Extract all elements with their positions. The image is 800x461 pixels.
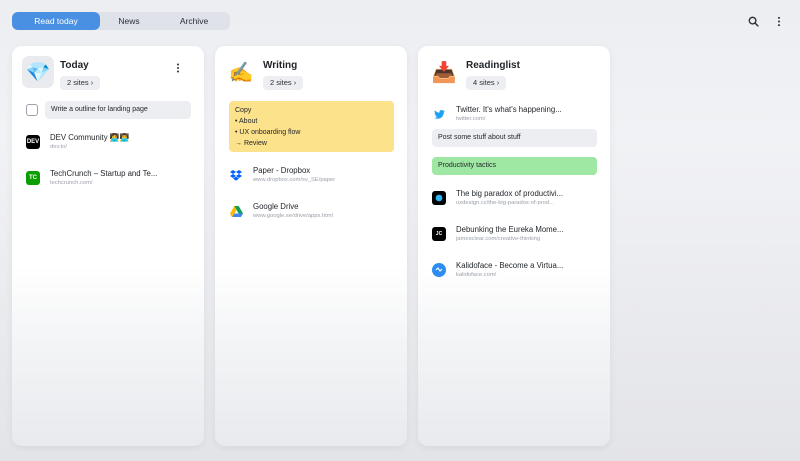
todo-checkbox[interactable] xyxy=(26,104,38,116)
card-title[interactable]: Today xyxy=(60,60,89,71)
note-card[interactable]: Copy • About • UX onboarding flow → Revi… xyxy=(229,101,394,152)
search-icon[interactable] xyxy=(746,14,760,28)
site-url: techcrunch.com/ xyxy=(50,180,93,186)
sites-count-button[interactable]: 4 sites › xyxy=(466,76,507,90)
dev-logo-icon: DEV xyxy=(26,135,40,149)
inbox-tray-icon[interactable]: 📥 xyxy=(428,56,460,88)
site-item[interactable]: The big paradox of productivi... uxdesig… xyxy=(432,188,607,214)
uxdesign-icon xyxy=(432,191,446,205)
tab-read-today[interactable]: Read today xyxy=(12,12,100,30)
dropbox-icon xyxy=(229,168,243,182)
card-readinglist: 📥 Readinglist 4 sites › Twitter. It's wh… xyxy=(418,46,610,446)
card-header: 💎 Today 2 sites › xyxy=(22,56,194,94)
site-title: Google Drive xyxy=(253,202,299,211)
site-title: TechCrunch – Startup and Te... xyxy=(50,169,158,178)
site-item[interactable]: Kalidoface - Become a Virtua... kalidofa… xyxy=(432,260,607,286)
site-url: jamesclear.com/creative-thinking xyxy=(456,236,541,242)
more-vertical-icon[interactable] xyxy=(772,14,786,28)
more-vertical-icon[interactable] xyxy=(172,62,184,74)
site-item[interactable]: Paper - Dropbox www.dropbox.com/sv_SE/pa… xyxy=(229,165,404,191)
site-title: DEV Community 👩‍💻👨‍💻 xyxy=(50,133,130,142)
sites-count-button[interactable]: 2 sites › xyxy=(263,76,304,90)
twitter-icon xyxy=(432,107,446,121)
card-header: 📥 Readinglist 4 sites › xyxy=(428,56,600,94)
site-url: twitter.com/ xyxy=(456,116,486,122)
site-item[interactable]: Google Drive www.google.se/drive/apps.ht… xyxy=(229,201,404,227)
site-url: uxdesign.cc/the-big-paradox-of-prod... xyxy=(456,200,554,206)
tab-news[interactable]: News xyxy=(100,12,158,30)
card-today: 💎 Today 2 sites › Write a outline for la… xyxy=(12,46,204,446)
site-url: www.dropbox.com/sv_SE/paper xyxy=(253,177,336,183)
note-card[interactable]: Post some stuff about stuff xyxy=(432,129,597,147)
view-tabs: Read today News Archive xyxy=(12,12,230,30)
note-line: Copy xyxy=(235,107,252,114)
tab-archive[interactable]: Archive xyxy=(158,12,230,30)
gem-icon[interactable]: 💎 xyxy=(22,56,54,88)
techcrunch-logo-icon: TC xyxy=(26,171,40,185)
card-title[interactable]: Writing xyxy=(263,60,297,71)
site-title: Twitter. It's what's happening... xyxy=(456,105,562,114)
site-item[interactable]: DEV DEV Community 👩‍💻👨‍💻 dev.to/ xyxy=(26,132,201,158)
card-writing: ✍️ Writing 2 sites › Copy • About • UX o… xyxy=(215,46,407,446)
note-card[interactable]: Productivity tactics xyxy=(432,157,597,175)
site-item[interactable]: JC Debunking the Eureka Mome... jamescle… xyxy=(432,224,607,250)
site-title: Kalidoface - Become a Virtua... xyxy=(456,261,564,270)
todo-item: Write a outline for landing page xyxy=(26,101,191,119)
site-item[interactable]: TC TechCrunch – Startup and Te... techcr… xyxy=(26,168,201,194)
kalidoface-icon xyxy=(432,263,446,277)
note-line: → Review xyxy=(235,140,267,147)
writing-hand-icon[interactable]: ✍️ xyxy=(225,56,257,88)
card-title[interactable]: Readinglist xyxy=(466,60,520,71)
site-title: The big paradox of productivi... xyxy=(456,189,564,198)
note-line: • UX onboarding flow xyxy=(235,129,301,136)
site-url: www.google.se/drive/apps.html xyxy=(253,213,333,219)
google-drive-icon xyxy=(229,204,243,218)
sites-count-button[interactable]: 2 sites › xyxy=(60,76,101,90)
site-title: Paper - Dropbox xyxy=(253,166,311,175)
site-url: dev.to/ xyxy=(50,144,67,150)
top-bar: Read today News Archive xyxy=(12,12,800,30)
site-title: Debunking the Eureka Mome... xyxy=(456,225,564,234)
card-header: ✍️ Writing 2 sites › xyxy=(225,56,397,94)
note-line: • About xyxy=(235,118,258,125)
site-url: kalidoface.com/ xyxy=(456,272,497,278)
jamesclear-logo-icon: JC xyxy=(432,227,446,241)
todo-text[interactable]: Write a outline for landing page xyxy=(45,101,191,119)
site-item[interactable]: Twitter. It's what's happening... twitte… xyxy=(432,104,607,130)
